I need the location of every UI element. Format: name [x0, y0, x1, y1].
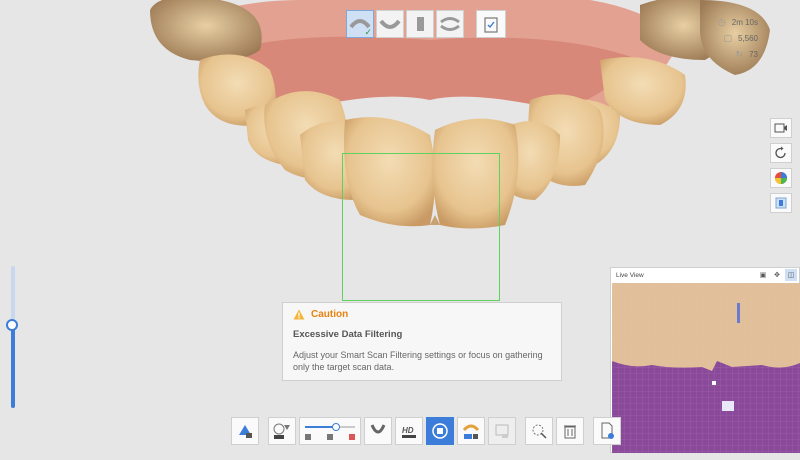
rotation-icon: ↻: [735, 48, 744, 59]
live-view-expand-icon[interactable]: ◫: [785, 269, 797, 281]
export-icon[interactable]: [593, 417, 621, 445]
smart-scan-filter-icon[interactable]: [268, 417, 296, 445]
trash-icon[interactable]: [556, 417, 584, 445]
bottom-toolbar: HD: [231, 417, 624, 445]
data-count-icon: ▢: [723, 32, 732, 43]
right-toolbar: [770, 118, 792, 213]
rotation-value: 73: [749, 49, 758, 59]
shade-icon[interactable]: [770, 193, 792, 213]
occlusion-step-icon[interactable]: [436, 10, 464, 38]
arch-icon[interactable]: [364, 417, 392, 445]
caution-dialog: Caution Excessive Data Filtering Adjust …: [282, 302, 562, 381]
scan-stats: ◷ 2m 10s ▢ 5,560 ↻ 73: [718, 14, 758, 62]
check-icon: ✓: [364, 27, 372, 37]
zoom-slider[interactable]: [6, 266, 18, 408]
live-view-title: Live View: [616, 272, 644, 279]
scan-filter-icon[interactable]: [231, 417, 259, 445]
zoom-slider-knob[interactable]: [6, 319, 18, 331]
caution-title: Caution: [311, 309, 349, 320]
scan-step-toolbar: ✓: [346, 10, 506, 38]
data-count: 5,560: [737, 33, 758, 43]
scan-time: 2m 10s: [731, 17, 758, 27]
reset-icon[interactable]: [770, 143, 792, 163]
hd-icon[interactable]: HD: [395, 417, 423, 445]
svg-text:HD: HD: [402, 426, 414, 435]
caution-subtitle: Excessive Data Filtering: [293, 329, 403, 340]
live-view-image: [612, 283, 800, 453]
live-view-panel: Live View ▣ ✥ ◫: [610, 267, 800, 453]
live-view-mode-icon[interactable]: ▣: [757, 269, 769, 281]
scan-region-box: [342, 153, 500, 301]
warning-icon: [293, 309, 305, 320]
filter-level-slider[interactable]: [299, 417, 361, 445]
stop-icon[interactable]: [426, 417, 454, 445]
review-step-icon[interactable]: [476, 10, 506, 38]
clock-icon: ◷: [717, 16, 726, 27]
disabled-tool-icon[interactable]: [488, 417, 516, 445]
lasso-icon[interactable]: [525, 417, 553, 445]
ai-scan-icon[interactable]: [457, 417, 485, 445]
color-icon[interactable]: [770, 168, 792, 188]
zoom-slider-fill: [11, 324, 15, 408]
die-step-icon[interactable]: [406, 10, 434, 38]
mandible-step-icon[interactable]: [376, 10, 404, 38]
caution-message: Adjust your Smart Scan Filtering setting…: [293, 350, 543, 372]
live-view-move-icon[interactable]: ✥: [771, 269, 783, 281]
maxilla-step-icon[interactable]: ✓: [346, 10, 374, 38]
record-icon[interactable]: [770, 118, 792, 138]
